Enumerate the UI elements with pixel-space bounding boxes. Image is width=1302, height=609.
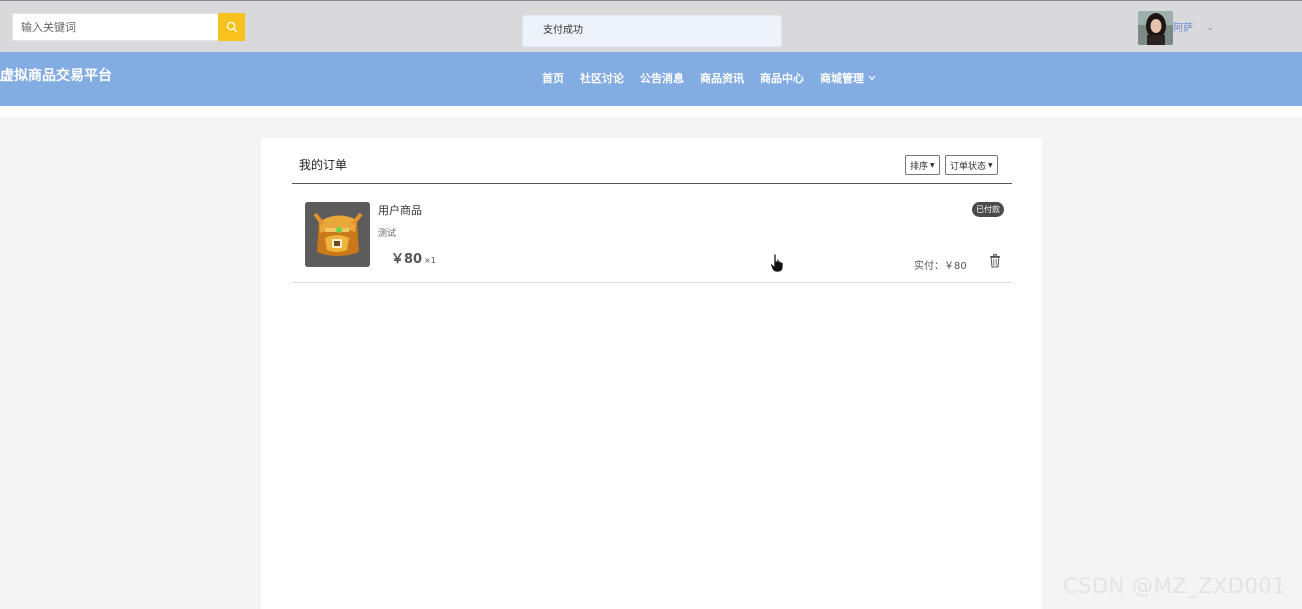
order-status-dropdown[interactable]: 订单状态 ▼ [945,155,998,175]
status-badge: 已付款 [972,202,1004,217]
chevron-down-icon [868,75,876,81]
avatar[interactable] [1138,11,1173,45]
nav-item-shop-admin-label: 商城管理 [820,72,864,85]
nav-menu: 首页 社区讨论 公告消息 商品资讯 商品中心 商城管理 [534,70,884,86]
product-description: 测试 [378,229,397,239]
main-navbar: 虚拟商品交易平台 首页 社区讨论 公告消息 商品资讯 商品中心 商城管理 [0,52,1302,106]
user-menu[interactable]: 阿萨 ⌄ [1138,11,1214,45]
username[interactable]: 阿萨 [1173,19,1193,34]
caret-down-icon: ▼ [988,161,993,169]
paid-amount: 实付：￥80 [914,261,967,272]
product-name[interactable]: 用户商品 [378,202,422,218]
hand-cursor-icon [770,253,784,273]
product-price: ￥80 ×1 [391,248,436,267]
nav-item-forum[interactable]: 社区讨论 [580,70,624,86]
nav-item-product-center[interactable]: 商品中心 [760,70,804,86]
search-box [12,13,245,41]
nav-divider [0,106,1302,117]
sort-dropdown[interactable]: 排序 ▼ [905,155,940,175]
orders-header: 我的订单 排序 ▼ 订单状态 ▼ [292,138,1012,184]
order-status-dropdown-label: 订单状态 [950,161,987,172]
nav-item-announcements[interactable]: 公告消息 [640,70,684,86]
chevron-down-icon[interactable]: ⌄ [1207,23,1214,32]
success-toast: 支付成功 [522,15,782,47]
caret-down-icon: ▼ [930,161,935,169]
search-icon [226,21,237,33]
quantity: ×1 [424,256,436,265]
orders-panel: 我的订单 排序 ▼ 订单状态 ▼ 用户商品 测试 ￥80 ×1 已付款 实付：￥… [261,138,1042,609]
trash-icon[interactable] [989,254,1001,268]
site-title[interactable]: 虚拟商品交易平台 [0,65,112,85]
nav-item-shop-admin[interactable]: 商城管理 [820,70,876,86]
order-item: 用户商品 测试 ￥80 ×1 已付款 实付：￥80 [292,184,1012,283]
search-input[interactable] [12,13,218,41]
nav-item-home[interactable]: 首页 [542,70,564,86]
search-button[interactable] [218,13,245,41]
sort-dropdown-label: 排序 [910,161,929,172]
page-title: 我的订单 [299,158,348,172]
price-value: ￥80 [391,252,423,267]
nav-item-product-news[interactable]: 商品资讯 [700,70,744,86]
watermark: CSDN @MZ_ZXD001 [1063,574,1287,598]
product-image[interactable] [305,202,370,267]
top-bar: 支付成功 阿萨 ⌄ [0,0,1302,52]
